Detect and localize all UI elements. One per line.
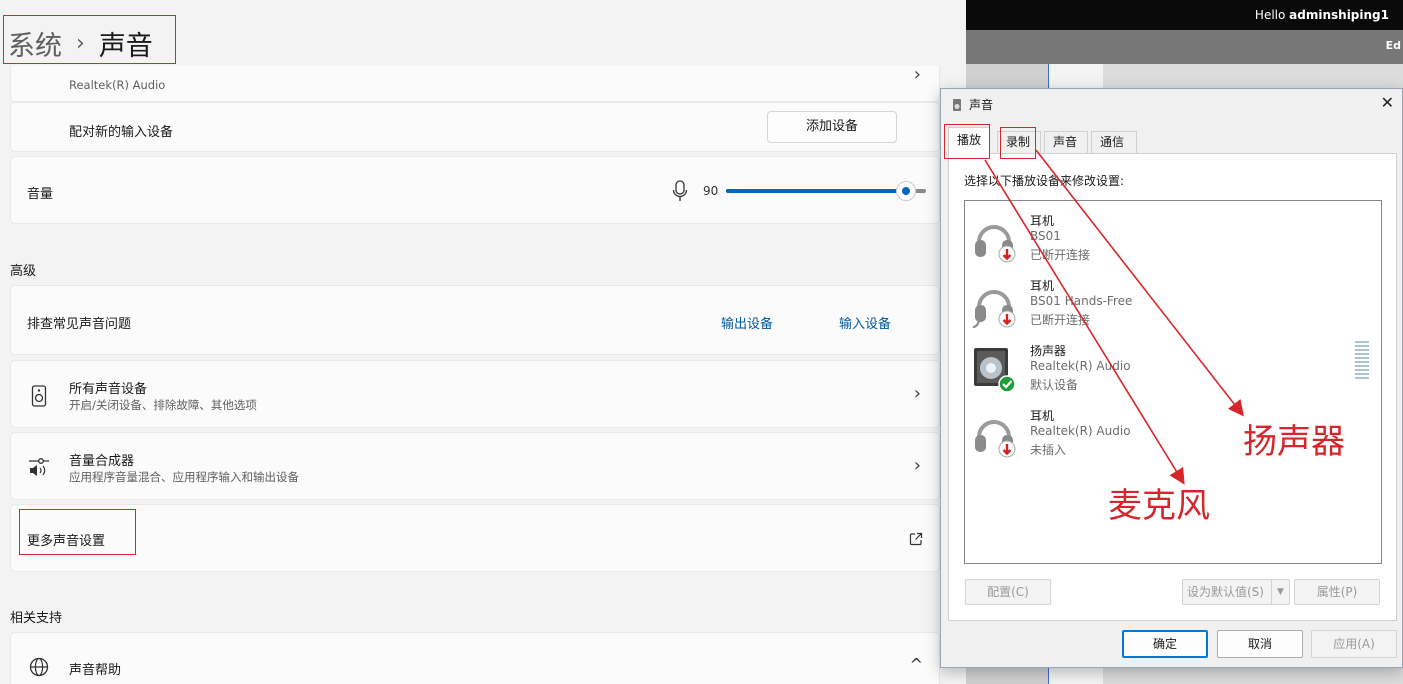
mixer-subtitle: 应用程序音量混合、应用程序输入和输出设备: [69, 470, 299, 484]
sound-help-card[interactable]: 声音帮助 ^: [10, 632, 940, 684]
properties-button[interactable]: 属性(P): [1294, 579, 1380, 605]
volume-mixer-card[interactable]: 音量合成器 应用程序音量混合、应用程序输入和输出设备 ›: [10, 432, 940, 500]
microphone-icon[interactable]: [672, 180, 688, 206]
device-status: 已断开连接: [1030, 313, 1091, 327]
playback-instruction: 选择以下播放设备来修改设置:: [964, 174, 1125, 188]
device-name: 扬声器: [1030, 344, 1067, 358]
advanced-heading: 高级: [10, 264, 37, 279]
annotation-box-more-settings: [19, 509, 136, 555]
set-default-label: 设为默认值(S): [1187, 585, 1264, 599]
hello-user-text: Hello adminshiping1: [1254, 8, 1389, 22]
chevron-right-icon: ›: [913, 455, 921, 476]
annotation-box-recording-tab: [1000, 127, 1036, 159]
troubleshoot-label: 排查常见声音问题: [27, 317, 132, 332]
annotation-microphone-label: 麦克风: [1108, 486, 1210, 526]
device-status: 已断开连接: [1030, 248, 1091, 262]
volume-label: 音量: [27, 187, 54, 202]
input-device-card[interactable]: Realtek(R) Audio ›: [10, 64, 940, 102]
speaker-device-icon: [31, 385, 47, 411]
list-item[interactable]: 耳机 BS01 已断开连接: [965, 208, 1381, 272]
device-name: 耳机: [1030, 214, 1055, 228]
input-device-subtitle: Realtek(R) Audio: [69, 78, 166, 92]
annotation-box-breadcrumb: [3, 15, 176, 64]
annotation-speaker-label: 扬声器: [1243, 422, 1345, 462]
sound-help-label: 声音帮助: [69, 663, 122, 678]
device-driver: BS01 Hands-Free: [1030, 294, 1133, 308]
dropdown-arrow-icon[interactable]: ▼: [1271, 580, 1289, 604]
troubleshoot-card: 排查常见声音问题 输出设备 输入设备: [10, 285, 940, 355]
mixer-icon: [27, 455, 51, 481]
device-name: 耳机: [1030, 279, 1055, 293]
troubleshoot-input-link[interactable]: 输入设备: [839, 313, 891, 332]
settings-window: 系统 › 声音 Realtek(R) Audio › 配对新的输入设备 添加设备…: [0, 0, 966, 684]
device-status: 未插入: [1030, 443, 1067, 457]
list-item[interactable]: 扬声器 Realtek(R) Audio 默认设备: [965, 338, 1381, 402]
playback-panel: 选择以下播放设备来修改设置: 耳机 BS01 已断开连接 耳机 BS01 Han…: [948, 153, 1397, 621]
sound-dialog: 声音 ✕ 播放 录制 声音 通信 选择以下播放设备来修改设置: 耳机 BS01 …: [940, 88, 1403, 668]
headset-icon: [972, 279, 1019, 333]
tab-communications[interactable]: 通信: [1091, 131, 1137, 153]
speaker-level-meter: [1355, 341, 1369, 381]
headphones-icon: [973, 214, 1019, 268]
device-driver: Realtek(R) Audio: [1030, 359, 1131, 373]
background-app-topbar: Hello adminshiping1: [966, 0, 1403, 30]
background-app-ed-label: Ed: [1385, 39, 1401, 52]
volume-slider[interactable]: [726, 181, 926, 201]
add-device-button[interactable]: 添加设备: [767, 111, 897, 143]
sound-dialog-title: 声音: [969, 98, 994, 112]
annotation-box-playback-tab: [944, 124, 990, 159]
speaker-icon: [973, 344, 1019, 398]
tab-sounds[interactable]: 声音: [1044, 131, 1088, 153]
troubleshoot-output-link[interactable]: 输出设备: [721, 313, 773, 332]
cancel-button[interactable]: 取消: [1217, 630, 1303, 658]
device-driver: Realtek(R) Audio: [1030, 424, 1131, 438]
pair-input-label: 配对新的输入设备: [69, 125, 174, 140]
device-driver: BS01: [1030, 229, 1061, 243]
device-name: 耳机: [1030, 409, 1055, 423]
chevron-right-icon: ›: [913, 383, 921, 404]
list-item[interactable]: 耳机 BS01 Hands-Free 已断开连接: [965, 273, 1381, 337]
volume-slider-thumb[interactable]: [896, 181, 916, 201]
device-status: 默认设备: [1030, 378, 1079, 392]
set-default-button[interactable]: 设为默认值(S) ▼: [1182, 579, 1290, 605]
all-devices-title: 所有声音设备: [69, 382, 148, 397]
open-external-icon: [909, 531, 923, 550]
globe-icon: [29, 657, 49, 681]
close-icon[interactable]: ✕: [1381, 93, 1394, 112]
background-app-toolbar: Ed: [966, 30, 1403, 64]
sound-dialog-speaker-icon: [950, 97, 964, 116]
more-sound-settings-card[interactable]: 更多声音设置: [10, 504, 940, 572]
ok-button[interactable]: 确定: [1122, 630, 1208, 658]
configure-button[interactable]: 配置(C): [965, 579, 1051, 605]
volume-slider-fill: [726, 189, 906, 193]
apply-button[interactable]: 应用(A): [1311, 630, 1397, 658]
chevron-up-icon[interactable]: ^: [910, 655, 923, 674]
related-support-heading: 相关支持: [10, 611, 63, 626]
all-devices-subtitle: 开启/关闭设备、排除故障、其他选项: [69, 398, 257, 412]
mixer-title: 音量合成器: [69, 454, 135, 469]
headphones-icon: [973, 409, 1019, 463]
volume-value: 90: [703, 184, 719, 198]
chevron-right-icon: ›: [913, 64, 921, 85]
all-sound-devices-card[interactable]: 所有声音设备 开启/关闭设备、排除故障、其他选项 ›: [10, 360, 940, 428]
